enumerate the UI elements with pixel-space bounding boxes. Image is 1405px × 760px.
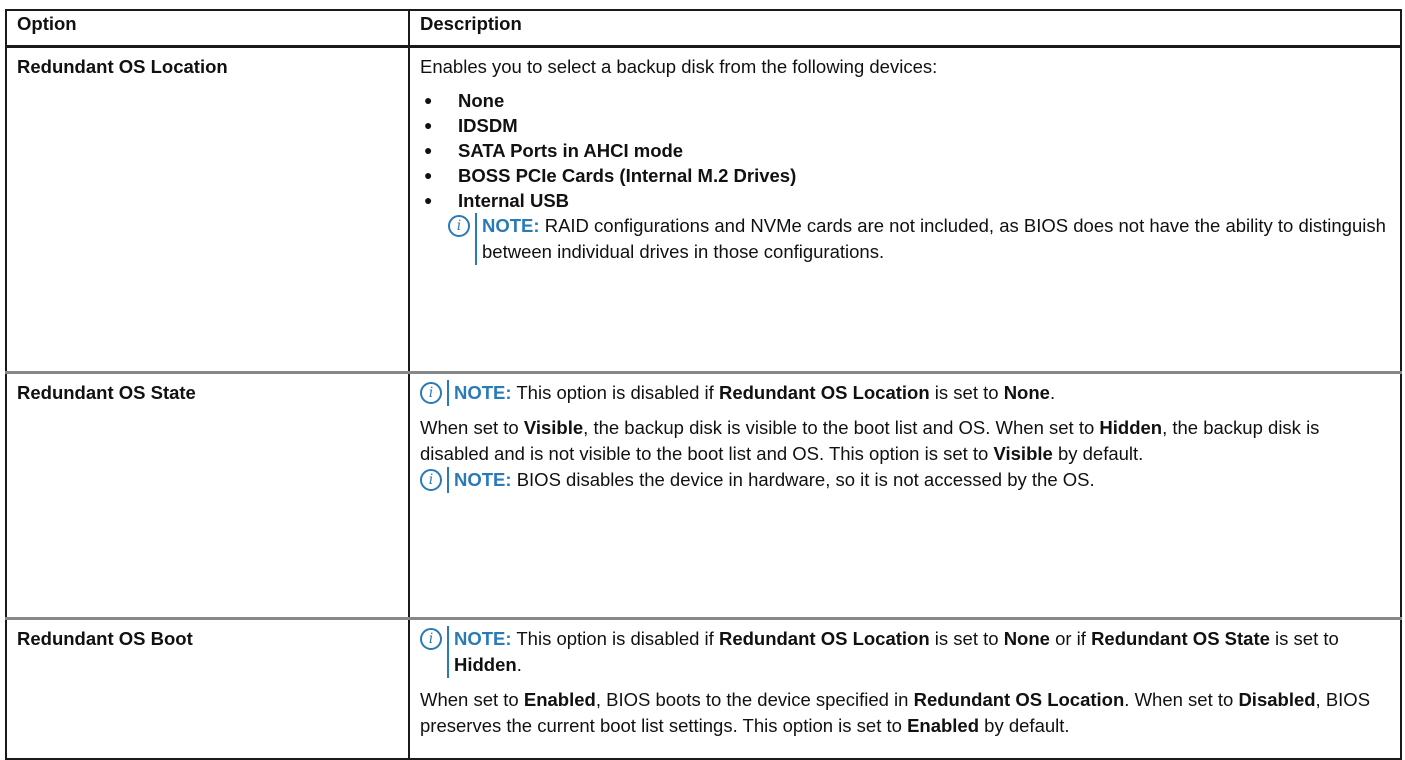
note-bar [447, 626, 449, 678]
emphasis: Redundant OS State [1091, 628, 1270, 649]
note-text: NOTE: This option is disabled if Redunda… [454, 626, 1390, 678]
device-name: SATA Ports in AHCI mode [458, 140, 684, 161]
text: , the backup disk is visible to the boot… [583, 417, 1100, 438]
device-name: None [458, 90, 505, 111]
device-name: Internal USB [458, 190, 570, 211]
note-bar [475, 213, 477, 265]
emphasis: Disabled [1238, 689, 1316, 710]
note-callout: i NOTE: BIOS disables the device in hard… [420, 467, 1390, 493]
table-row: Redundant OS State i NOTE: This option i… [5, 371, 1402, 620]
option-name: Redundant OS Location [5, 45, 410, 374]
note-body: BIOS disables the device in hardware, so… [511, 469, 1095, 490]
note-label: NOTE: [454, 382, 512, 403]
device-name: IDSDM [458, 115, 518, 136]
note-body: is set to [929, 382, 1004, 403]
list-item: ● SATA Ports in AHCI mode [420, 138, 1390, 163]
note-callout: i NOTE: This option is disabled if Redun… [420, 380, 1390, 406]
table-header-row: Option Description [5, 9, 1402, 48]
bullet-icon: ● [424, 92, 433, 108]
options-table: Option Description Redundant OS Location… [5, 9, 1402, 760]
text: When set to [420, 417, 524, 438]
list-item: ● BOSS PCIe Cards (Internal M.2 Drives) [420, 163, 1390, 188]
note-bar [447, 380, 449, 406]
device-list: ● None ● IDSDM ● SATA Ports in AHCI mode ● B… [420, 88, 1390, 213]
list-item: ● Internal USB [420, 188, 1390, 213]
description-intro: Enables you to select a backup disk from… [420, 56, 938, 77]
note-body: is set to [1269, 628, 1339, 649]
emphasis: Enabled [523, 689, 596, 710]
emphasis: Hidden [1099, 417, 1163, 438]
emphasis: Visible [993, 443, 1053, 464]
text: . When set to [1124, 689, 1239, 710]
text: by default. [979, 715, 1070, 736]
text: When set to [420, 689, 524, 710]
option-description: Enables you to select a backup disk from… [408, 45, 1402, 374]
bullet-icon: ● [424, 192, 433, 208]
bullet-icon: ● [424, 167, 433, 183]
text: , BIOS boots to the device specified in [595, 689, 914, 710]
emphasis: Redundant OS Location [913, 689, 1125, 710]
note-text: NOTE: BIOS disables the device in hardwa… [454, 467, 1390, 493]
description-paragraph: When set to Visible, the backup disk is … [420, 415, 1390, 467]
note-body: is set to [929, 628, 1004, 649]
note-text: NOTE: This option is disabled if Redunda… [454, 380, 1390, 406]
note-body: . [516, 654, 522, 675]
note-label: NOTE: [454, 628, 512, 649]
emphasis: None [1003, 382, 1050, 403]
emphasis: Redundant OS Location [718, 628, 930, 649]
option-description: i NOTE: This option is disabled if Redun… [408, 371, 1402, 620]
note-callout: i NOTE: RAID configurations and NVMe car… [448, 213, 1390, 265]
emphasis: None [1003, 628, 1050, 649]
info-icon: i [448, 215, 470, 237]
note-body: or if [1049, 628, 1092, 649]
note-text: NOTE: RAID configurations and NVMe cards… [482, 213, 1390, 265]
emphasis: Hidden [454, 654, 517, 675]
header-option: Option [5, 9, 410, 48]
option-name: Redundant OS State [5, 371, 410, 620]
note-callout: i NOTE: This option is disabled if Redun… [420, 626, 1390, 678]
bullet-icon: ● [424, 142, 433, 158]
note-body: This option is disabled if [511, 628, 719, 649]
note-label: NOTE: [482, 215, 540, 236]
emphasis: Enabled [907, 715, 980, 736]
table-row: Redundant OS Location Enables you to sel… [5, 45, 1402, 374]
note-body: RAID configurations and NVMe cards are n… [482, 215, 1386, 262]
bullet-icon: ● [424, 117, 433, 133]
info-icon: i [420, 382, 442, 404]
info-icon: i [420, 628, 442, 650]
emphasis: Redundant OS Location [718, 382, 930, 403]
info-icon: i [420, 469, 442, 491]
note-label: NOTE: [454, 469, 512, 490]
text: by default. [1052, 443, 1144, 464]
note-body: This option is disabled if [511, 382, 719, 403]
description-paragraph: When set to Enabled, BIOS boots to the d… [420, 687, 1390, 739]
note-bar [447, 467, 449, 493]
note-body: . [1049, 382, 1056, 403]
device-name: BOSS PCIe Cards (Internal M.2 Drives) [458, 165, 797, 186]
header-description: Description [408, 9, 1402, 48]
list-item: ● None [420, 88, 1390, 113]
list-item: ● IDSDM [420, 113, 1390, 138]
emphasis: Visible [523, 417, 584, 438]
